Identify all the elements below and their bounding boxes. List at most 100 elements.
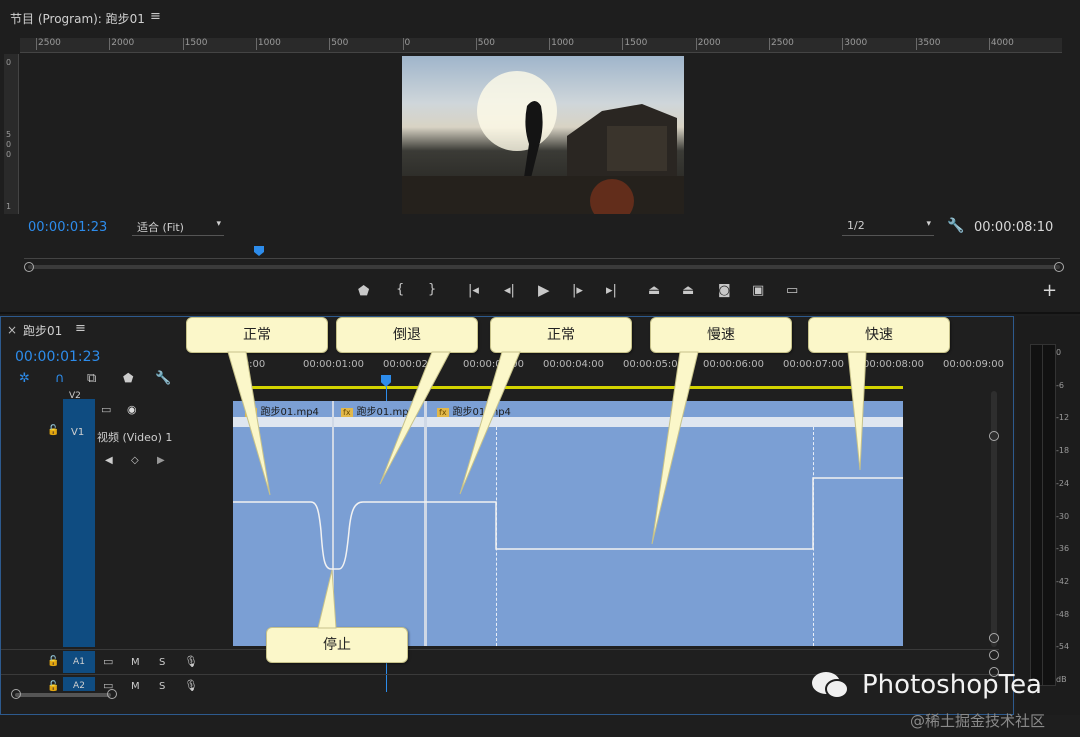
vruler-label: 0 — [6, 58, 12, 67]
meter-label: -12 — [1056, 413, 1070, 423]
timeline-ruler-label: 00:00:08:00 — [863, 359, 925, 370]
ruler-label: 3500 — [917, 38, 941, 48]
vscroll-handle-bottom[interactable] — [989, 633, 999, 643]
a2-track-target[interactable]: A2 — [63, 677, 95, 691]
add-marker-icon[interactable]: ⬟ — [123, 371, 133, 385]
snap-icon[interactable]: ∩ — [55, 371, 65, 386]
work-area-bar[interactable] — [239, 386, 903, 389]
fit-dropdown[interactable]: 适合 (Fit) ▾ — [132, 219, 224, 236]
ruler-label: 4000 — [990, 38, 1014, 48]
time-remap-curve[interactable] — [233, 401, 903, 646]
timeline-settings-icon[interactable]: 🔧 — [155, 371, 171, 386]
a1-sync-icon[interactable]: ▭ — [103, 655, 113, 668]
vscroll-handle-top[interactable] — [989, 431, 999, 441]
scroll-handle-right[interactable] — [1054, 262, 1064, 272]
meter-label: -36 — [1056, 544, 1070, 554]
program-title[interactable]: 节目 (Program): 跑步01 — [10, 10, 145, 27]
sync-lock-icon[interactable]: ▭ — [101, 403, 111, 416]
meter-label: -18 — [1056, 446, 1070, 456]
callout-slow: 慢速 — [650, 317, 792, 353]
ruler-tick — [988, 38, 990, 50]
ruler-label: 2000 — [111, 38, 135, 48]
program-duration: 00:00:08:10 — [974, 220, 1054, 235]
nest-icon[interactable]: ✲ — [19, 371, 30, 386]
zoom-handle-left[interactable] — [11, 689, 21, 699]
in-point-icon[interactable]: { — [396, 282, 404, 297]
timeline-zoom-bar[interactable] — [15, 693, 111, 697]
quality-dropdown-label: 1/2 — [847, 219, 865, 232]
program-scrollbar[interactable] — [28, 265, 1060, 269]
ruler-tick — [36, 38, 37, 50]
program-time-ruler[interactable] — [24, 248, 1060, 259]
timeline-ruler-label: 00:00:03:00 — [463, 359, 525, 370]
chevron-down-icon: ▾ — [216, 219, 221, 229]
vruler-label: 0 — [6, 150, 12, 159]
meter-label: -6 — [1056, 380, 1064, 390]
timeline-ruler[interactable]: :00:00 00:00:01:00 00:00:02:00 00:00:03:00 0… — [233, 355, 1004, 381]
compare-icon[interactable]: ▣ — [752, 283, 764, 298]
timeline-ruler-label: 00:00:02:00 — [383, 359, 445, 370]
step-back-icon[interactable]: ◂| — [504, 283, 515, 298]
quality-dropdown[interactable]: 1/2 ▾ — [842, 219, 934, 236]
ruler-tick — [255, 38, 257, 50]
add-button[interactable]: + — [1042, 280, 1057, 301]
timeline-ruler-label: 00:00:05:00 — [623, 359, 685, 370]
scroll-handle-left[interactable] — [24, 262, 34, 272]
button-editor-icon[interactable]: ▭ — [786, 283, 798, 298]
wrench-icon[interactable]: 🔧 — [947, 218, 964, 234]
prev-keyframe-icon[interactable]: ◀ — [105, 455, 113, 466]
a1-solo-button[interactable]: S — [159, 657, 165, 668]
audio-meter: 0 -6 -12 -18 -24 -30 -36 -42 -48 -54 dB — [1016, 316, 1080, 715]
a1-track-target[interactable]: A1 — [63, 651, 95, 673]
a1-lock-icon[interactable]: 🔓 — [47, 656, 59, 667]
marker-icon[interactable]: ⬟ — [358, 284, 369, 299]
go-to-in-icon[interactable]: |◂ — [468, 283, 479, 298]
a2-mute-button[interactable]: M — [131, 681, 140, 692]
vruler-label: 1 — [6, 202, 12, 211]
a2-mic-icon[interactable]: 🎙 — [184, 679, 198, 692]
play-icon[interactable]: ▶ — [538, 281, 550, 299]
vscroll-handle-audio[interactable] — [989, 650, 999, 660]
camera-icon[interactable]: ◙ — [718, 283, 731, 298]
timeline-title[interactable]: 跑步01 — [23, 322, 62, 339]
timeline-timecode[interactable]: 00:00:01:23 — [15, 349, 100, 365]
zoom-handle-right[interactable] — [107, 689, 117, 699]
close-icon[interactable]: × — [7, 323, 17, 337]
linked-selection-icon[interactable]: ⧉ — [87, 371, 96, 386]
fit-dropdown-label: 适合 (Fit) — [137, 221, 184, 234]
lift-icon[interactable]: ⏏ — [648, 283, 660, 298]
vruler-label: 5 — [6, 130, 12, 139]
out-point-icon[interactable]: } — [428, 282, 436, 297]
ruler-tick — [475, 38, 477, 50]
eye-icon[interactable]: ◉ — [127, 403, 137, 416]
ruler-label: 1500 — [184, 38, 208, 48]
callout-normal-2: 正常 — [490, 317, 632, 353]
a2-solo-button[interactable]: S — [159, 681, 165, 692]
a2-lock-icon[interactable]: 🔓 — [47, 681, 59, 692]
program-menu-icon[interactable]: ≡ — [150, 9, 161, 24]
ruler-tick — [622, 38, 624, 50]
callout-stop: 停止 — [266, 627, 408, 663]
ruler-tick — [842, 38, 844, 50]
timeline-ruler-label: 00:00:09:00 — [943, 359, 1005, 370]
v1-clip-area[interactable]: fx 跑步01.mp4 fx 跑步01.mp4 fx 跑步01.mp4 — [233, 401, 903, 646]
a1-mic-icon[interactable]: 🎙 — [184, 655, 198, 668]
ruler-label: 3000 — [844, 38, 868, 48]
add-keyframe-icon[interactable]: ◇ — [131, 455, 139, 466]
vruler-label: 0 — [6, 140, 12, 149]
step-forward-icon[interactable]: |▸ — [572, 283, 583, 298]
v1-track-name: 视频 (Video) 1 — [97, 431, 173, 444]
video-frame[interactable] — [402, 56, 684, 214]
program-timecode[interactable]: 00:00:01:23 — [28, 220, 107, 235]
extract-icon[interactable]: ⏏ — [682, 283, 694, 298]
vertical-scrollbar[interactable] — [991, 391, 997, 647]
ruler-label: 500 — [477, 38, 495, 48]
a1-mute-button[interactable]: M — [131, 657, 140, 668]
timeline-menu-icon[interactable]: ≡ — [75, 321, 86, 336]
ruler-label: 1000 — [257, 38, 281, 48]
next-keyframe-icon[interactable]: ▶ — [157, 455, 165, 466]
go-to-out-icon[interactable]: ▸| — [606, 283, 617, 298]
ruler-label: 2000 — [697, 38, 721, 48]
v1-track-label[interactable]: V1 — [71, 427, 84, 438]
lock-icon[interactable]: 🔓 — [47, 425, 59, 436]
